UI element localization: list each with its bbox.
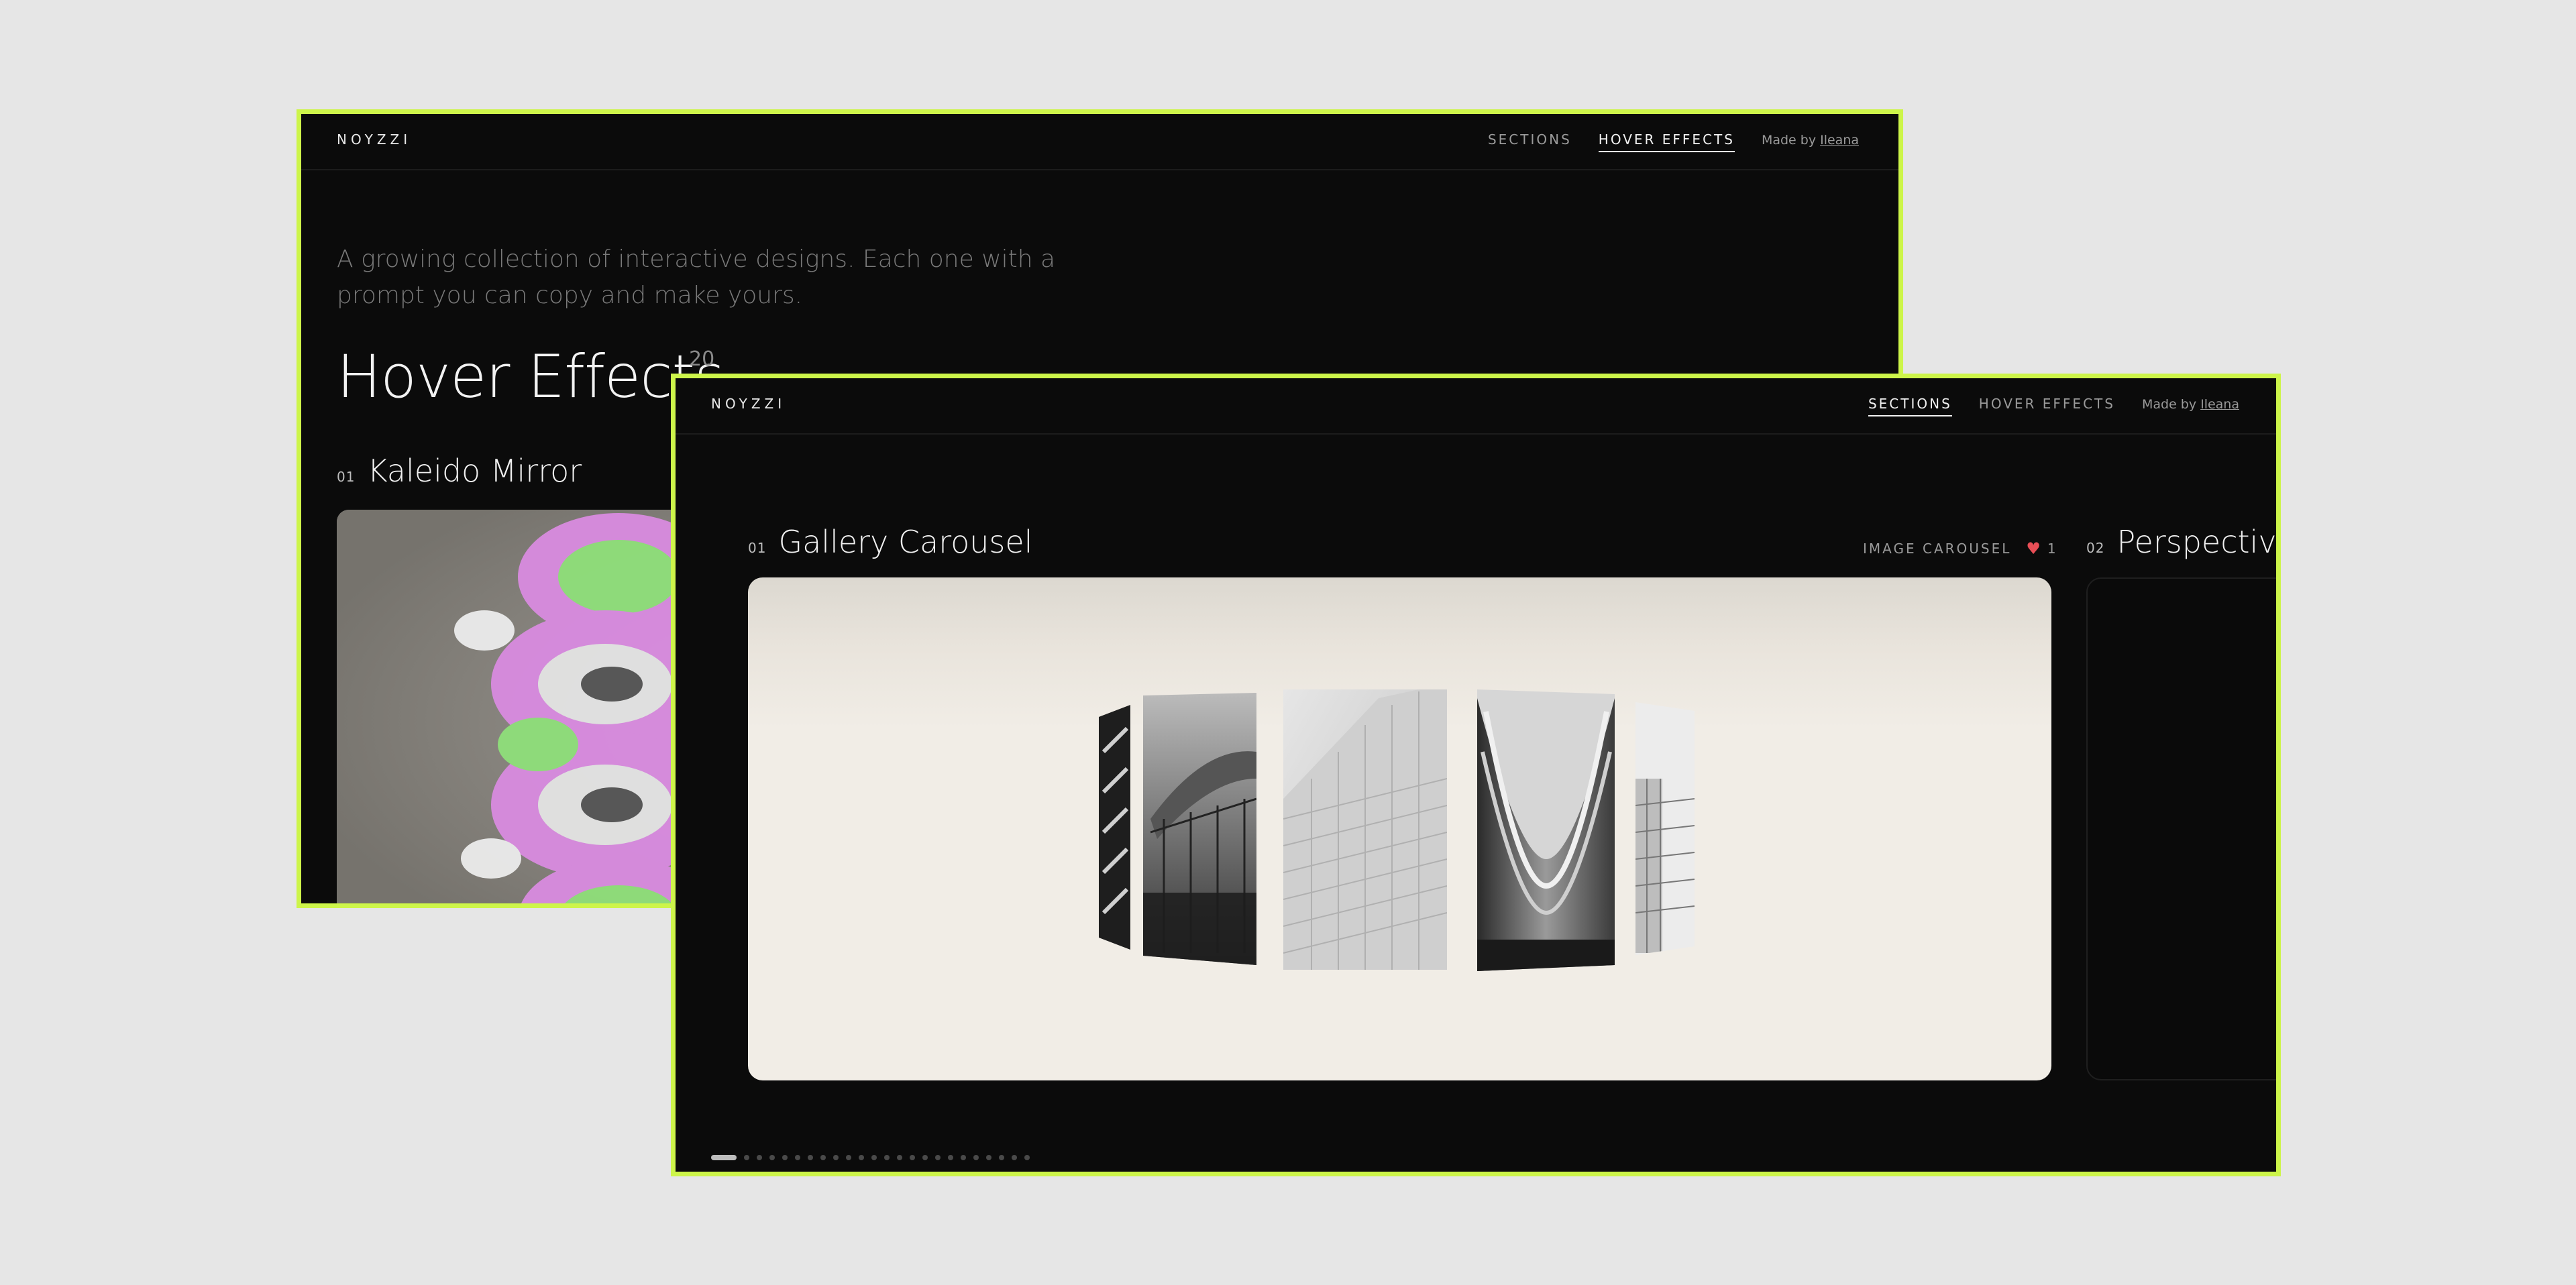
nav-sections-link[interactable]: SECTIONS: [1488, 131, 1572, 151]
made-by-credit: Made by Ileana: [2142, 397, 2239, 412]
pagination-dot[interactable]: [846, 1155, 851, 1160]
perspective-preview[interactable]: [2086, 577, 2276, 1080]
made-by-label: Made by: [2141, 397, 2197, 412]
pagination-dot[interactable]: [808, 1155, 813, 1160]
pagination-dot[interactable]: [884, 1155, 890, 1160]
section-title[interactable]: Gallery Carousel: [778, 524, 1032, 560]
item-title[interactable]: Kaleido Mirror: [367, 453, 582, 489]
pagination-dot[interactable]: [897, 1155, 902, 1160]
section-meta: IMAGE CAROUSEL ♥ 1: [1863, 539, 2056, 558]
nav-links: SECTIONS HOVER EFFECTS Made by Ileana: [1461, 131, 1859, 152]
pagination-dot[interactable]: [986, 1155, 991, 1160]
pagination-dot[interactable]: [935, 1155, 941, 1160]
pagination-dot[interactable]: [1024, 1155, 1030, 1160]
top-navbar: NOYZZI SECTIONS HOVER EFFECTS Made by Ile…: [301, 114, 1898, 170]
nav-links: SECTIONS HOVER EFFECTS Made by Ileana: [1841, 396, 2239, 416]
category-tag[interactable]: IMAGE CAROUSEL: [1863, 541, 2011, 557]
pagination-dot[interactable]: [769, 1155, 775, 1160]
page-title: Hover Effects: [337, 342, 725, 411]
next-section-title[interactable]: Perspective: [2116, 524, 2276, 560]
carousel-images: [1099, 689, 1695, 971]
top-navbar: NOYZZI SECTIONS HOVER EFFECTS Made by Ile…: [676, 378, 2276, 435]
pagination-dot[interactable]: [833, 1155, 839, 1160]
next-section-header: 02 Perspective: [2086, 524, 2276, 560]
pagination-dot[interactable]: [744, 1155, 749, 1160]
brand-logo[interactable]: NOYZZI: [337, 131, 411, 148]
author-link[interactable]: Ileana: [1820, 133, 1859, 148]
item-header: 01 Kaleido Mirror: [337, 453, 582, 489]
pagination-dot[interactable]: [795, 1155, 800, 1160]
nav-hover-effects-link[interactable]: HOVER EFFECTS: [1979, 396, 2115, 415]
pagination-dot[interactable]: [782, 1155, 788, 1160]
pagination-dots: [711, 1155, 1037, 1160]
nav-hover-effects-link[interactable]: HOVER EFFECTS: [1598, 131, 1735, 152]
next-section-number: 02: [2086, 540, 2105, 556]
effects-count: 20: [689, 347, 715, 371]
pagination-dot[interactable]: [757, 1155, 762, 1160]
pagination-dot[interactable]: [859, 1155, 864, 1160]
heart-icon[interactable]: ♥: [2026, 539, 2041, 558]
pagination-dot[interactable]: [922, 1155, 928, 1160]
pagination-dot[interactable]: [961, 1155, 966, 1160]
item-number: 01: [337, 469, 356, 485]
made-by-label: Made by: [1761, 133, 1817, 148]
sections-window: NOYZZI SECTIONS HOVER EFFECTS Made by Ile…: [671, 374, 2281, 1176]
pagination-dot[interactable]: [711, 1155, 737, 1160]
pagination-dot[interactable]: [820, 1155, 826, 1160]
pagination-dot[interactable]: [999, 1155, 1004, 1160]
pagination-dot[interactable]: [1012, 1155, 1017, 1160]
intro-text: A growing collection of interactive desi…: [337, 245, 1056, 309]
pagination-dot[interactable]: [910, 1155, 915, 1160]
author-link[interactable]: Ileana: [2200, 397, 2239, 412]
section-header: 01 Gallery Carousel: [748, 524, 1032, 560]
brand-logo[interactable]: NOYZZI: [711, 396, 786, 412]
pagination-dot[interactable]: [973, 1155, 979, 1160]
pagination-dot[interactable]: [948, 1155, 953, 1160]
made-by-credit: Made by Ileana: [1762, 133, 1859, 148]
like-count: 1: [2047, 541, 2056, 557]
gallery-carousel-preview[interactable]: [748, 577, 2051, 1080]
nav-sections-link[interactable]: SECTIONS: [1868, 396, 1952, 416]
section-number: 01: [748, 540, 767, 556]
pagination-dot[interactable]: [871, 1155, 877, 1160]
